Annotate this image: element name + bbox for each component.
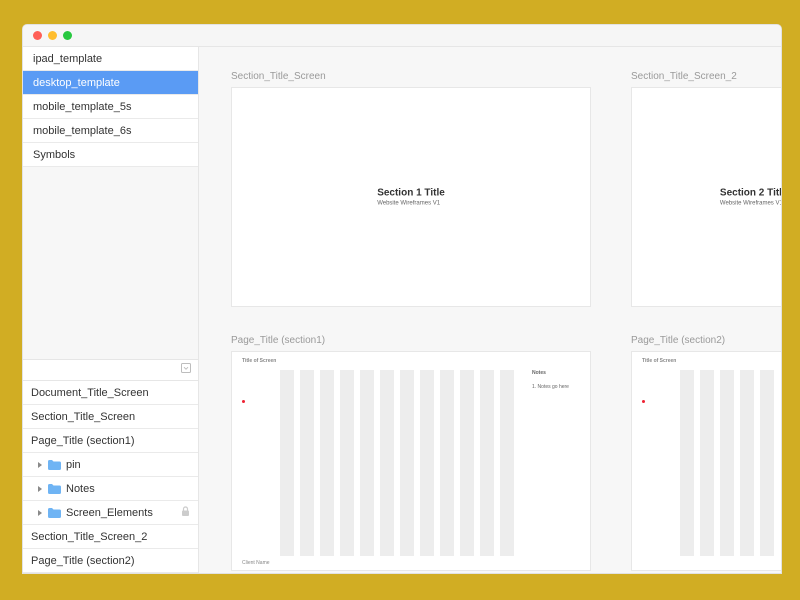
page-footer: Client Name — [242, 560, 270, 566]
grid-column — [280, 370, 294, 556]
layer-filter-row[interactable] — [23, 359, 198, 381]
folder-icon — [48, 460, 61, 470]
grid-column — [420, 370, 434, 556]
artboard-section1[interactable]: Section 1 Title Website Wireframes V1 — [231, 87, 591, 307]
artboard-title-block: Section 1 Title Website Wireframes V1 — [377, 188, 445, 207]
artboard-page1[interactable]: Title of Screen Notes 1. Notes go here C… — [231, 351, 591, 571]
grid-column — [440, 370, 454, 556]
pin-icon — [242, 400, 245, 403]
layer-document-title[interactable]: Document_Title_Screen — [23, 381, 198, 405]
grid-column — [760, 370, 774, 556]
artboard-section2[interactable]: Section 2 Title Website Wireframes V1 — [631, 87, 781, 307]
layer-section-title[interactable]: Section_Title_Screen — [23, 405, 198, 429]
notes-body: 1. Notes go here — [532, 384, 569, 390]
section-title: Section 2 Title — [720, 188, 781, 199]
artboard-label[interactable]: Page_Title (section1) — [231, 335, 325, 346]
grid-column — [680, 370, 694, 556]
layer-pin-folder[interactable]: pin — [23, 453, 198, 477]
pages-list: ipad_template desktop_template mobile_te… — [23, 47, 198, 167]
grid-column — [340, 370, 354, 556]
grid-column — [720, 370, 734, 556]
artboard-label[interactable]: Section_Title_Screen — [231, 71, 326, 82]
minimize-icon[interactable] — [48, 31, 57, 40]
folder-icon — [48, 484, 61, 494]
grid-column — [300, 370, 314, 556]
artboard-page2[interactable]: Title of Screen — [631, 351, 781, 571]
grid-column — [360, 370, 374, 556]
page-item-ipad[interactable]: ipad_template — [23, 47, 198, 71]
layer-notes-folder[interactable]: Notes — [23, 477, 198, 501]
page-item-symbols[interactable]: Symbols — [23, 143, 198, 167]
grid-column — [460, 370, 474, 556]
canvas[interactable]: Section_Title_Screen Section 1 Title Web… — [199, 47, 781, 573]
layer-screen-elements-folder[interactable]: Screen_Elements — [23, 501, 198, 525]
lock-icon — [181, 506, 190, 520]
layer-page-title-2[interactable]: Page_Title (section2) — [23, 549, 198, 573]
grid-column — [740, 370, 754, 556]
page-header: Title of Screen — [242, 358, 276, 364]
folder-icon — [48, 508, 61, 518]
grid-column — [320, 370, 334, 556]
layer-section-title-2[interactable]: Section_Title_Screen_2 — [23, 525, 198, 549]
section-subtitle: Website Wireframes V1 — [377, 201, 445, 207]
artboard-label[interactable]: Page_Title (section2) — [631, 335, 725, 346]
artboard-label[interactable]: Section_Title_Screen_2 — [631, 71, 737, 82]
section-title: Section 1 Title — [377, 188, 445, 199]
chevron-right-icon — [37, 461, 43, 469]
window-titlebar — [23, 25, 781, 47]
chevron-right-icon — [37, 485, 43, 493]
page-item-mobile6s[interactable]: mobile_template_6s — [23, 119, 198, 143]
sidebar-spacer — [23, 167, 198, 359]
pin-icon — [642, 400, 645, 403]
grid-column — [700, 370, 714, 556]
chevron-right-icon — [37, 509, 43, 517]
grid-column — [380, 370, 394, 556]
section-subtitle: Website Wireframes V1 — [720, 201, 781, 207]
page-item-mobile5s[interactable]: mobile_template_5s — [23, 95, 198, 119]
app-window: ipad_template desktop_template mobile_te… — [22, 24, 782, 574]
close-icon[interactable] — [33, 31, 42, 40]
notes-heading: Notes — [532, 370, 546, 376]
layer-page-title-1[interactable]: Page_Title (section1) — [23, 429, 198, 453]
page-header: Title of Screen — [642, 358, 676, 364]
grid-column — [480, 370, 494, 556]
grid-column — [500, 370, 514, 556]
grid-column — [400, 370, 414, 556]
zoom-icon[interactable] — [63, 31, 72, 40]
artboard-title-block: Section 2 Title Website Wireframes V1 — [720, 188, 781, 207]
sidebar: ipad_template desktop_template mobile_te… — [23, 47, 199, 573]
page-item-desktop[interactable]: desktop_template — [23, 71, 198, 95]
dropdown-icon — [180, 361, 192, 379]
layers-list: Document_Title_Screen Section_Title_Scre… — [23, 381, 198, 573]
